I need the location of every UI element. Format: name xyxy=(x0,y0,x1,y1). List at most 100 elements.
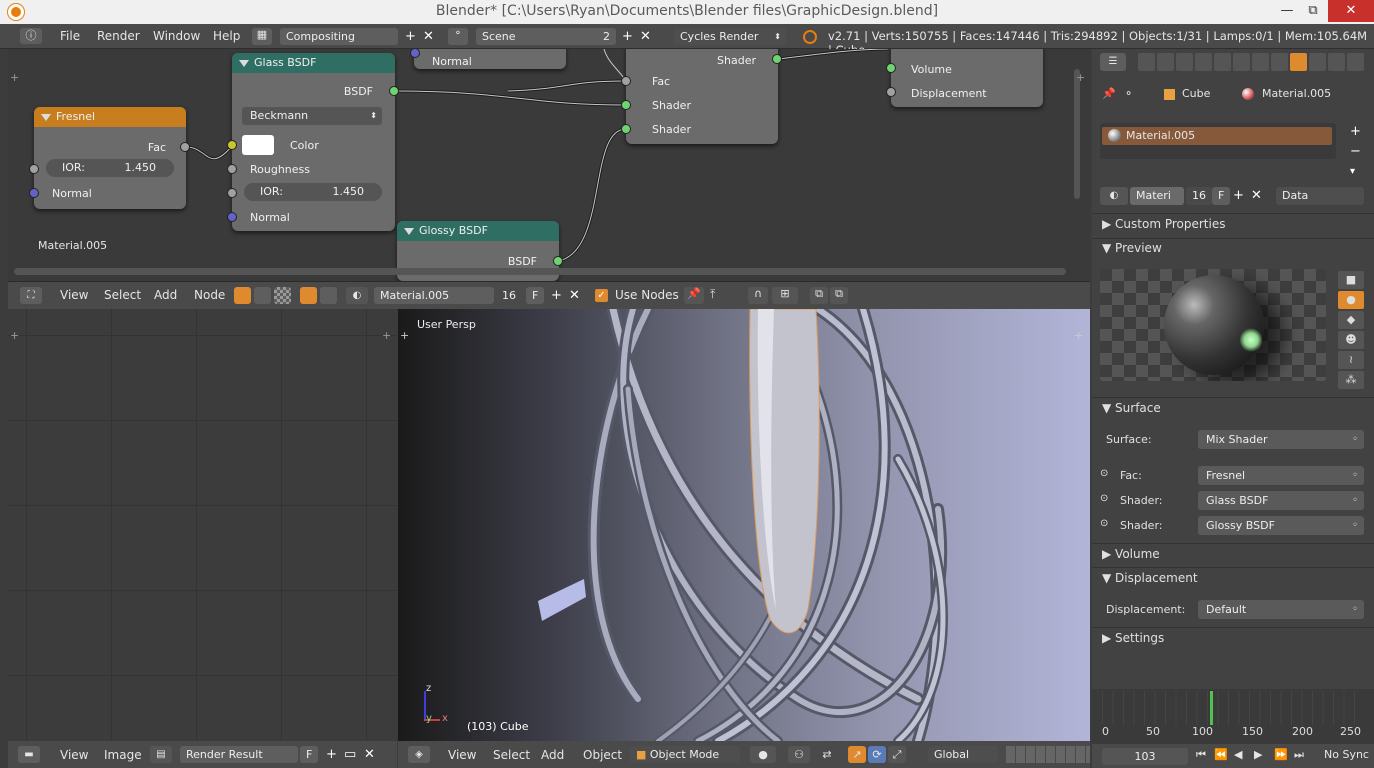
snap-mode-icon[interactable]: ⊞ xyxy=(772,287,798,304)
sync-mode-select[interactable]: No Sync xyxy=(1324,748,1369,761)
area-corner-icon[interactable]: + xyxy=(1074,329,1083,342)
shader-nodes-icon[interactable] xyxy=(234,287,251,304)
jump-keyframe-forward-icon[interactable]: ⏩ xyxy=(1274,748,1288,761)
object-tab-icon[interactable] xyxy=(1214,53,1231,71)
material-slot-row[interactable]: Material.005 xyxy=(1102,127,1332,145)
breadcrumb-object[interactable]: Cube xyxy=(1182,87,1210,100)
mode-select[interactable]: ■ Object Mode xyxy=(630,746,740,763)
jump-end-icon[interactable]: ⏭ xyxy=(1294,748,1304,762)
area-corner-icon[interactable]: + xyxy=(382,329,391,342)
fresnel-normal-socket[interactable] xyxy=(29,188,39,198)
area-corner-icon[interactable]: + xyxy=(10,329,19,342)
glass-color-socket[interactable] xyxy=(227,140,237,150)
glass-ior-socket[interactable] xyxy=(227,188,237,198)
distribution-select[interactable]: Beckmann ⬍ xyxy=(242,107,382,125)
glass-ior-field[interactable]: IOR: 1.450 xyxy=(244,183,382,201)
jump-keyframe-back-icon[interactable]: ⏪ xyxy=(1214,748,1228,761)
shader2-input-field[interactable]: Glossy BSDF xyxy=(1198,516,1364,535)
timeline[interactable]: 0 50 100 150 200 250 103 ⏮ ⏪ ◀ ▶ ⏩ ⏭ No … xyxy=(1092,689,1374,768)
fake-user-button[interactable]: F xyxy=(1212,187,1230,205)
glass-roughness-socket[interactable] xyxy=(227,164,237,174)
context-tabs[interactable] xyxy=(1138,53,1368,71)
expand-shader2-icon[interactable]: ⊙ xyxy=(1100,518,1108,529)
world-shader-icon[interactable] xyxy=(320,287,337,304)
open-image-icon[interactable]: ▭ xyxy=(344,746,356,763)
scale-icon[interactable]: ⤢ xyxy=(888,746,906,763)
scene-field[interactable]: Scene 2 xyxy=(476,28,616,45)
mix-shader1-socket[interactable] xyxy=(621,100,631,110)
glass-bsdf-node[interactable]: Glass BSDF BSDF Beckmann ⬍ Color Roughnes… xyxy=(232,53,395,231)
menu-node[interactable]: Node xyxy=(194,288,225,302)
material-name-field[interactable]: Materi xyxy=(1130,187,1184,205)
menu-add[interactable]: Add xyxy=(541,748,564,762)
pin-icon[interactable]: 📌 xyxy=(684,287,704,304)
menu-select[interactable]: Select xyxy=(493,748,530,762)
material-browse-icon[interactable]: ◐ xyxy=(1100,187,1128,205)
vertical-scrollbar[interactable] xyxy=(1074,69,1080,199)
world-tab-icon[interactable] xyxy=(1195,53,1212,71)
fresnel-fac-socket[interactable] xyxy=(180,142,190,152)
area-corner-icon[interactable]: + xyxy=(400,329,409,342)
expand-shader1-icon[interactable]: ⊙ xyxy=(1100,493,1108,504)
screen-layout-icon[interactable]: ▦ xyxy=(252,28,272,45)
copy-nodes-icon[interactable]: ⧉ xyxy=(810,287,828,304)
data-tab-icon[interactable] xyxy=(1271,53,1288,71)
image-editor[interactable]: + + xyxy=(8,309,397,741)
menu-window[interactable]: Window xyxy=(153,29,200,43)
material-output-node[interactable]: Volume Displacement xyxy=(891,49,1043,107)
material-users-field[interactable]: 16 xyxy=(1186,187,1212,205)
info-editor-icon[interactable]: ⓘ xyxy=(20,28,42,44)
image-browse-icon[interactable]: ▤ xyxy=(150,746,172,763)
unlink-material-icon[interactable]: ✕ xyxy=(569,287,580,304)
manipulator-icon[interactable]: ⇄ xyxy=(818,746,836,763)
color-swatch[interactable] xyxy=(242,135,274,155)
output-volume-socket[interactable] xyxy=(886,63,896,73)
scene-context-icon[interactable]: ⚬ xyxy=(1124,87,1133,100)
fresnel-ior-socket[interactable] xyxy=(29,164,39,174)
add-screen-icon[interactable]: + xyxy=(405,28,416,45)
fresnel-ior-field[interactable]: IOR: 1.450 xyxy=(46,159,174,177)
shading-icon[interactable]: ● xyxy=(750,746,776,763)
mix-shader-out-socket[interactable] xyxy=(772,54,782,64)
area-corner-icon[interactable]: + xyxy=(10,71,19,84)
image-name-field[interactable]: Render Result xyxy=(180,746,298,763)
menu-file[interactable]: File xyxy=(60,29,80,43)
expand-fac-icon[interactable]: ⊙ xyxy=(1100,468,1108,479)
material-slots-list[interactable]: Material.005 xyxy=(1100,123,1336,159)
breadcrumb-material[interactable]: Material.005 xyxy=(1262,87,1331,100)
modifiers-tab-icon[interactable] xyxy=(1252,53,1269,71)
texture-nodes-icon[interactable] xyxy=(274,287,291,304)
rotate-icon[interactable]: ⟳ xyxy=(868,746,886,763)
particles-tab-icon[interactable] xyxy=(1328,53,1345,71)
fake-user-button[interactable]: F xyxy=(526,287,544,304)
add-slot-icon[interactable]: + xyxy=(1350,123,1361,140)
glass-node-header[interactable]: Glass BSDF xyxy=(232,53,395,73)
settings-panel[interactable]: ▶ Settings xyxy=(1102,631,1164,645)
add-material-icon[interactable]: + xyxy=(551,287,562,304)
layers-grid[interactable] xyxy=(1006,746,1090,763)
mix-fac-socket[interactable] xyxy=(621,76,631,86)
volume-panel[interactable]: ▶ Volume xyxy=(1102,547,1160,561)
translate-icon[interactable]: ↗ xyxy=(848,746,866,763)
layers-tab-icon[interactable] xyxy=(1157,53,1174,71)
texture-tab-icon[interactable] xyxy=(1309,53,1326,71)
material-tab-icon[interactable] xyxy=(1290,53,1307,71)
play-reverse-icon[interactable]: ◀ xyxy=(1234,748,1242,761)
object-shader-icon[interactable] xyxy=(300,287,317,304)
go-parent-icon[interactable]: ⤒ xyxy=(710,287,715,302)
render-engine-select[interactable]: Cycles Render ⬍ xyxy=(674,28,786,45)
displacement-panel[interactable]: ▼ Displacement xyxy=(1102,571,1198,585)
jump-start-icon[interactable]: ⏮ xyxy=(1196,748,1206,762)
fresnel-node-header[interactable]: Fresnel xyxy=(34,107,186,127)
preview-cube-icon[interactable]: ◆ xyxy=(1338,311,1364,329)
timeline-track[interactable] xyxy=(1102,691,1364,725)
editor-type-icon[interactable]: ⛶ xyxy=(20,287,42,304)
slot-menu-icon[interactable]: ▾ xyxy=(1350,163,1355,180)
shader1-input-field[interactable]: Glass BSDF xyxy=(1198,491,1364,510)
preview-monkey-icon[interactable]: ☻ xyxy=(1338,331,1364,349)
menu-add[interactable]: Add xyxy=(154,288,177,302)
glass-bsdf-socket[interactable] xyxy=(389,86,399,96)
editor-type-icon[interactable]: ☰ xyxy=(1100,53,1126,71)
unlink-image-icon[interactable]: ✕ xyxy=(364,746,375,763)
output-displacement-socket[interactable] xyxy=(886,87,896,97)
